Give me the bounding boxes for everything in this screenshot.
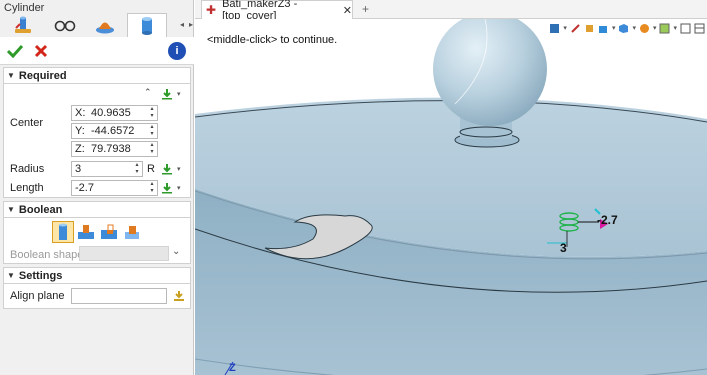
box-icon[interactable] (584, 23, 595, 34)
settings-section-body: Align plane (3, 284, 191, 309)
center-label: Center (10, 117, 44, 129)
tab-cylinder[interactable] (127, 13, 167, 37)
cylinder-tool-icon (15, 16, 31, 33)
dropdown-arrow-icon[interactable]: ▾ (177, 90, 181, 98)
spinner-icon[interactable]: ▴ ▾ (148, 142, 156, 156)
document-tab[interactable]: ✚ Bati_makerZ3 - [top_cover] ✕ (201, 0, 353, 22)
download-arrow-icon[interactable] (160, 181, 174, 195)
center-z-field[interactable]: Z: 79.7938 ▴ ▾ (71, 141, 158, 157)
dropdown-arrow-icon[interactable]: ▾ (177, 184, 181, 192)
collapse-triangle-icon: ▼ (7, 205, 15, 214)
pencil-icon[interactable] (570, 23, 581, 34)
tab-view[interactable] (45, 13, 85, 37)
viewport-prompt: <middle-click> to continue. (207, 34, 338, 46)
pin-icon: ✚ (206, 3, 217, 17)
dropdown-arrow-icon[interactable]: ▾ (673, 24, 677, 32)
boolean-shapes-label: Boolean shapes (10, 249, 89, 261)
shade-icon[interactable] (618, 23, 629, 34)
chevron-right-icon[interactable]: ▸ (189, 21, 193, 29)
palette-icon[interactable] (639, 23, 650, 34)
boolean-remove-button[interactable] (98, 221, 120, 243)
boolean-intersect-button[interactable] (121, 221, 143, 243)
collapse-up-icon[interactable]: ⌃ (144, 87, 152, 98)
dropdown-arrow-icon[interactable]: ▾ (177, 165, 181, 173)
close-icon (34, 44, 48, 58)
download-arrow-icon[interactable] (160, 87, 174, 101)
cylinder-panel: Cylinder ◂ ▸ i ▼ Required ⌃ ▾ Center X: … (0, 0, 194, 375)
checkmark-icon (7, 44, 23, 58)
required-section-header[interactable]: ▼ Required (3, 67, 191, 84)
dropdown-arrow-icon[interactable]: ▾ (653, 24, 657, 32)
center-z-value: 79.7938 (91, 143, 131, 155)
dropdown-arrow-icon[interactable]: ▾ (612, 24, 616, 32)
boolean-header-label: Boolean (18, 203, 63, 216)
boolean-add-button[interactable] (75, 221, 97, 243)
settings-header-label: Settings (18, 269, 63, 282)
collapse-triangle-icon: ▼ (7, 71, 15, 80)
radius-field[interactable]: 3 ▴ ▾ (71, 161, 143, 177)
collapse-triangle-icon: ▼ (7, 271, 15, 280)
remove-icon (101, 224, 117, 239)
download-arrow-icon[interactable] (160, 162, 174, 176)
align-plane-field[interactable] (71, 288, 167, 304)
settings-section-header[interactable]: ▼ Settings (3, 267, 191, 284)
radius-label: Radius (10, 163, 45, 175)
boolean-section-header[interactable]: ▼ Boolean (3, 201, 191, 218)
radius-value: 3 (75, 163, 82, 175)
scene-canvas (195, 19, 707, 375)
center-y-value: -44.6572 (91, 125, 135, 137)
x-axis-label: X: (75, 107, 86, 119)
window-icon[interactable] (680, 23, 691, 34)
solid-icon[interactable] (598, 23, 609, 34)
z-axis-label: Z (229, 362, 236, 374)
image-icon[interactable] (659, 23, 670, 34)
tab-display[interactable] (85, 13, 125, 37)
display-icon (96, 22, 114, 34)
3d-viewport[interactable]: <middle-click> to continue. -2.7 3 Z ▾ ▾… (195, 19, 707, 375)
intersect-icon (125, 226, 139, 239)
center-x-field[interactable]: X: 40.9635 ▴ ▾ (71, 105, 158, 121)
ok-button[interactable] (5, 41, 25, 61)
panel-toolbar: i (0, 37, 194, 65)
center-x-value: 40.9635 (91, 107, 131, 119)
z-axis-label: Z: (75, 143, 85, 155)
glasses-icon (54, 20, 76, 32)
cancel-button[interactable] (31, 41, 51, 61)
boolean-section-body: Boolean shapes ⌄ (3, 218, 191, 264)
spinner-icon[interactable]: ▴ ▾ (148, 124, 156, 138)
close-tab-icon[interactable]: ✕ (343, 4, 352, 17)
dropdown-arrow-icon[interactable]: ▾ (632, 24, 636, 32)
spinner-icon[interactable]: ▴ ▾ (148, 106, 156, 120)
required-section-body: ⌃ ▾ Center X: 40.9635 ▴ ▾ Y: -44.6572 ▴ ▾ … (3, 84, 191, 198)
add-icon (78, 225, 94, 239)
plane-download-icon[interactable] (172, 289, 186, 303)
base-icon (59, 223, 67, 240)
tab-feature[interactable] (3, 13, 43, 37)
spinner-icon[interactable]: ▴ ▾ (148, 181, 156, 195)
layout-icon[interactable] (694, 23, 705, 34)
length-value: -2.7 (75, 182, 94, 194)
spinner-icon[interactable]: ▴ ▾ (133, 162, 141, 176)
new-tab-button[interactable]: + (362, 2, 369, 16)
document-tab-bar: ✚ Bati_makerZ3 - [top_cover] ✕ + (195, 0, 707, 22)
radius-dimension-label: 3 (560, 241, 567, 255)
center-y-field[interactable]: Y: -44.6572 ▴ ▾ (71, 123, 158, 139)
viewport-toolbar: ▾ ▾ ▾ ▾ ▾ (549, 20, 705, 36)
boolean-shapes-field[interactable] (79, 246, 169, 261)
length-label: Length (10, 182, 44, 194)
y-axis-label: Y: (75, 125, 85, 137)
cylinder-icon (142, 16, 152, 35)
radius-suffix: R (147, 163, 155, 175)
align-plane-label: Align plane (10, 290, 65, 302)
boolean-base-button[interactable] (52, 221, 74, 243)
dropdown-arrow-icon[interactable]: ▾ (563, 24, 567, 32)
info-icon: i (175, 45, 179, 57)
info-button[interactable]: i (168, 42, 186, 60)
panel-tabs: ◂ ▸ (0, 13, 194, 37)
view-cube-icon[interactable] (549, 23, 560, 34)
expand-down-icon[interactable]: ⌄ (172, 246, 180, 257)
required-header-label: Required (18, 69, 67, 82)
length-dimension-label: -2.7 (597, 213, 618, 227)
length-field[interactable]: -2.7 ▴ ▾ (71, 180, 158, 196)
